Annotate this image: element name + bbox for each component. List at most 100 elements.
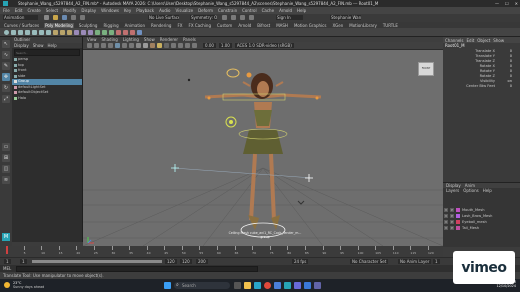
wireframe-icon[interactable] — [136, 43, 141, 48]
view-cube[interactable]: FRONT — [418, 62, 434, 76]
poly-plane-icon[interactable] — [39, 29, 44, 35]
layer-row[interactable]: V P Tail_Mesh — [443, 225, 520, 231]
smooth-shade-icon[interactable] — [143, 43, 148, 48]
shelf-tab[interactable]: Motion Graphics — [293, 23, 328, 28]
file-explorer-icon[interactable] — [244, 282, 251, 289]
ipr-render-icon[interactable] — [231, 15, 236, 20]
shelf-tab[interactable]: XGen — [331, 23, 344, 28]
outliner-menu-show[interactable]: Show — [33, 43, 44, 48]
chrome-icon[interactable] — [264, 282, 271, 289]
visibility-toggle[interactable]: V — [444, 226, 448, 230]
menu-playback[interactable]: Playback — [136, 8, 154, 13]
xray-icon[interactable] — [178, 43, 183, 48]
four-view-icon[interactable]: ⊞ — [2, 154, 10, 162]
shelf-tab[interactable]: Sculpting — [78, 23, 99, 28]
camera-select-icon[interactable] — [87, 43, 92, 48]
shelf-tab[interactable]: Rendering — [150, 23, 172, 28]
playback-toggle[interactable]: P — [450, 208, 454, 212]
range-min-field[interactable]: 1 — [20, 259, 27, 264]
help-menu[interactable]: Help — [483, 188, 492, 193]
workspace-selector[interactable]: Stephanie Wang — [330, 15, 361, 20]
time-slider[interactable]: 1510152025303540455055606570758085909510… — [0, 246, 443, 257]
workspace-dropdown[interactable]: Animation — [3, 15, 38, 20]
quad-draw-icon[interactable] — [130, 29, 135, 35]
grid-toggle-icon[interactable] — [115, 43, 120, 48]
mail-icon[interactable] — [304, 282, 311, 289]
shelf-tab-active[interactable]: Poly Modeling — [44, 22, 74, 28]
shelf-tab[interactable]: MotionLibrary — [348, 23, 378, 28]
extrude-icon[interactable] — [95, 29, 100, 35]
extract-icon[interactable] — [67, 29, 72, 35]
maya-mel-icon[interactable]: M — [2, 233, 10, 241]
symmetry-dropdown[interactable]: Symmetry: Off — [190, 15, 217, 20]
outliner-menu-help[interactable]: Help — [48, 43, 57, 48]
bookmark-icon[interactable] — [101, 43, 106, 48]
show-tab[interactable]: Show — [493, 38, 504, 43]
menu-deform[interactable]: Deform — [198, 8, 213, 13]
visibility-toggle[interactable]: V — [444, 208, 448, 212]
move-tool-icon[interactable]: ✥ — [2, 73, 10, 81]
image-plane-icon[interactable] — [108, 43, 113, 48]
store-icon[interactable] — [274, 282, 281, 289]
options-menu[interactable]: Options — [463, 188, 478, 193]
shelf-tab[interactable]: Bifrost — [256, 23, 271, 28]
smooth-icon[interactable] — [74, 29, 79, 35]
layer-color-swatch[interactable] — [456, 226, 460, 230]
shelf-tab[interactable]: FX Caching — [188, 23, 212, 28]
menu-audio[interactable]: Audio — [159, 8, 170, 13]
layers-menu[interactable]: Layers — [446, 188, 459, 193]
poly-sphere-icon[interactable] — [4, 29, 9, 35]
photos-icon[interactable] — [294, 282, 301, 289]
redo-icon[interactable] — [80, 15, 85, 20]
menu-help[interactable]: Help — [297, 8, 306, 13]
playback-toggle[interactable]: P — [450, 220, 454, 224]
teams-icon[interactable] — [314, 282, 321, 289]
maximize-button[interactable]: ☐ — [505, 1, 509, 6]
graph-editor-icon[interactable]: ≋ — [2, 176, 10, 184]
close-button[interactable]: ✕ — [515, 1, 518, 6]
poly-torus-icon[interactable] — [32, 29, 37, 35]
film-gate-icon[interactable] — [122, 43, 127, 48]
shelf-tab[interactable]: Arnold — [237, 23, 252, 28]
weather-widget[interactable]: 23°C Sunny days ahead — [4, 280, 64, 291]
range-bar[interactable] — [32, 260, 162, 263]
isolate-icon[interactable] — [171, 43, 176, 48]
textured-icon[interactable] — [150, 43, 155, 48]
menu-control[interactable]: Control — [242, 8, 256, 13]
menu-visualize[interactable]: Visualize — [175, 8, 193, 13]
playback-toggle[interactable]: P — [450, 214, 454, 218]
menu-key[interactable]: Key — [124, 8, 131, 13]
edge-browser-icon[interactable] — [254, 282, 261, 289]
render-icon[interactable] — [222, 15, 227, 20]
outliner-item[interactable]: Halo — [12, 96, 82, 102]
persp-outliner-icon[interactable]: ◫ — [2, 165, 10, 173]
channel-row[interactable]: Center Btw Feet 0 — [443, 84, 520, 89]
shelf-tab[interactable]: TURTLE — [382, 23, 399, 28]
script-language-toggle[interactable]: MEL — [3, 266, 11, 271]
menu-display[interactable]: Display — [81, 8, 96, 13]
paint-select-icon[interactable]: ✎ — [2, 62, 10, 70]
minimize-button[interactable]: — — [495, 1, 499, 6]
perspective-viewport[interactable]: View Shading Lighting Show Renderer Pane… — [83, 37, 443, 246]
bridge-icon[interactable] — [102, 29, 107, 35]
undo-icon[interactable] — [71, 15, 76, 20]
visibility-toggle[interactable]: V — [444, 214, 448, 218]
menu-windows[interactable]: Windows — [101, 8, 119, 13]
visibility-toggle[interactable]: V — [444, 220, 448, 224]
motion-blur-icon[interactable] — [192, 43, 197, 48]
new-scene-icon[interactable] — [44, 15, 49, 20]
range-end-field[interactable]: 120 — [165, 259, 177, 264]
mirror-icon[interactable] — [88, 29, 93, 35]
single-view-icon[interactable]: ▭ — [2, 143, 10, 151]
channels-tab[interactable]: Channels — [445, 38, 464, 43]
menu-edit[interactable]: Edit — [15, 8, 23, 13]
scale-tool-icon[interactable]: ⤢ — [2, 95, 10, 103]
lasso-tool-icon[interactable]: ∿ — [2, 51, 10, 59]
lights-icon[interactable] — [157, 43, 162, 48]
menu-constrain[interactable]: Constrain — [218, 8, 237, 13]
maya-taskbar-icon[interactable] — [284, 282, 291, 289]
outliner-menu-display[interactable]: Display — [14, 43, 29, 48]
poly-cylinder-icon[interactable] — [18, 29, 23, 35]
open-scene-icon[interactable] — [53, 15, 58, 20]
shelf-tab[interactable]: FX — [176, 23, 183, 28]
